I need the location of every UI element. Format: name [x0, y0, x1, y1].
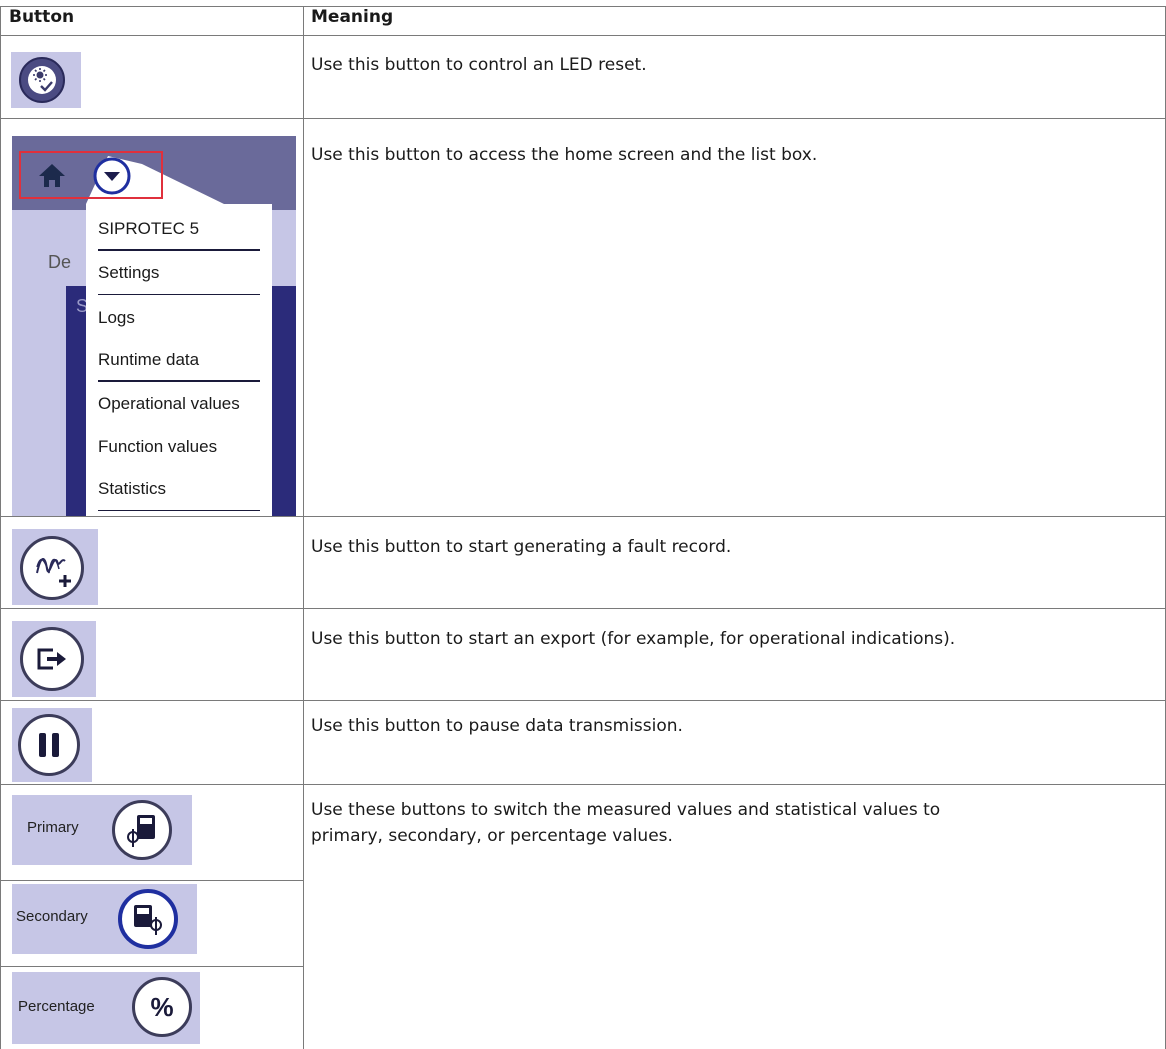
menu-item-logs[interactable]: Logs [98, 308, 135, 328]
menu-separator [98, 380, 260, 382]
percentage-label: Percentage [18, 998, 95, 1015]
primary-button[interactable] [112, 800, 172, 860]
table-border [303, 6, 304, 1049]
home-menu-screenshot: De S SIPROTEC 5 Settings Logs Runtime da… [12, 136, 296, 516]
list-box-menu: SIPROTEC 5 Settings Logs Runtime data Op… [86, 204, 272, 516]
menu-item-operational-values[interactable]: Operational values [98, 394, 240, 414]
table-border [0, 516, 1166, 517]
export-button[interactable] [20, 627, 84, 691]
column-header-meaning: Meaning [311, 7, 394, 27]
menu-item-statistics[interactable]: Statistics [98, 479, 166, 499]
primary-button-image: Primary [12, 795, 192, 865]
panel-bg-text: De [48, 252, 72, 272]
export-icon [37, 648, 66, 670]
meter-primary-icon [127, 815, 155, 847]
meaning-fault-record: Use this button to start generating a fa… [311, 537, 732, 557]
menu-separator [98, 249, 260, 251]
pause-icon [39, 733, 59, 757]
meaning-led-reset: Use this button to control an LED reset. [311, 55, 647, 75]
button-meaning-table: Button Meaning Use this button to contro… [0, 0, 1166, 1049]
percentage-button[interactable]: % [132, 977, 192, 1037]
secondary-label: Secondary [16, 908, 88, 925]
meter-secondary-icon [134, 905, 162, 935]
primary-label: Primary [27, 819, 79, 836]
table-border [0, 6, 1, 1049]
table-border [0, 784, 1166, 785]
fault-record-button-image [12, 529, 98, 605]
home-icon[interactable] [38, 162, 66, 188]
menu-separator [98, 510, 260, 511]
fault-record-icon [36, 558, 71, 587]
table-border [0, 118, 1166, 119]
menu-item-function-values[interactable]: Function values [98, 437, 217, 457]
meaning-value-switch-line1: Use these buttons to switch the measured… [311, 800, 941, 820]
table-border [0, 608, 1166, 609]
table-border [0, 966, 303, 967]
meaning-pause: Use this button to pause data transmissi… [311, 716, 683, 736]
led-reset-icon [28, 66, 56, 94]
menu-separator [98, 294, 260, 295]
led-reset-button[interactable] [19, 57, 65, 103]
led-reset-button-image [11, 52, 81, 108]
secondary-button-image: Secondary [12, 884, 197, 954]
export-button-image [12, 621, 96, 697]
percent-icon: % [150, 992, 174, 1022]
percentage-button-image: Percentage % [12, 972, 200, 1044]
table-border [0, 35, 1166, 36]
column-header-button: Button [9, 7, 75, 27]
pause-button-image [12, 708, 92, 782]
table-border [0, 880, 303, 881]
pause-button[interactable] [18, 714, 80, 776]
meaning-home-list-box: Use this button to access the home scree… [311, 145, 818, 165]
menu-item-settings[interactable]: Settings [98, 263, 159, 283]
meaning-value-switch-line2: primary, secondary, or percentage values… [311, 826, 673, 846]
fault-record-button[interactable] [20, 536, 84, 600]
table-border [0, 6, 1166, 7]
table-border [0, 700, 1166, 701]
secondary-button[interactable] [118, 889, 178, 949]
menu-item-siprotec[interactable]: SIPROTEC 5 [98, 219, 199, 239]
meaning-export: Use this button to start an export (for … [311, 629, 956, 649]
chevron-down-icon[interactable] [92, 156, 132, 196]
menu-item-runtime-data[interactable]: Runtime data [98, 350, 199, 370]
